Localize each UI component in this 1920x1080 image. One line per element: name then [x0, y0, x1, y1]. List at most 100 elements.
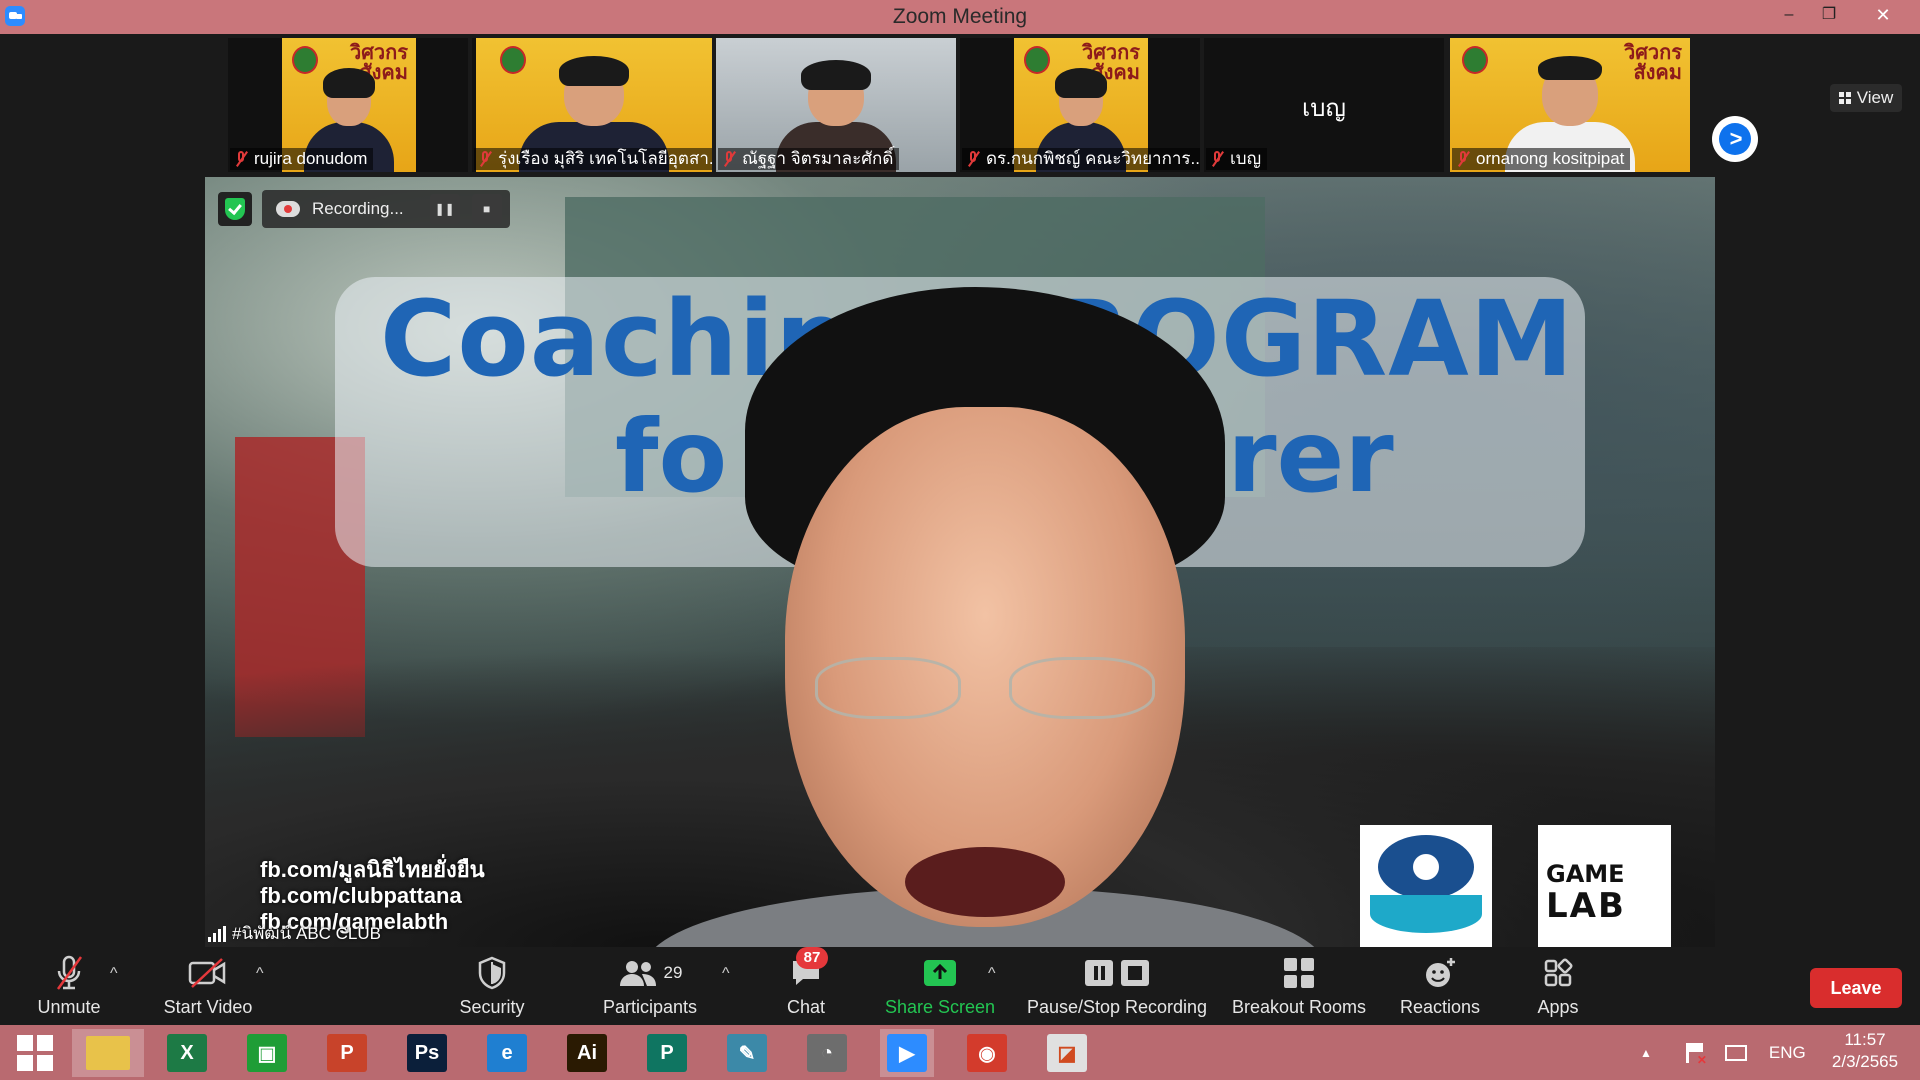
participant-tile[interactable]: วิศวกร สังคม ดร.กนกพิชญ์ คณะวิทยาการ...	[960, 38, 1200, 172]
photoshop-icon[interactable]: Ps	[400, 1029, 454, 1077]
share-options-caret[interactable]: ^	[988, 965, 996, 983]
breakout-rooms-button[interactable]: Breakout Rooms	[1230, 953, 1368, 1018]
internet-explorer-icon[interactable]: e	[480, 1029, 534, 1077]
muted-mic-icon	[722, 150, 736, 168]
photoscape-icon-glyph: ◔	[807, 1034, 847, 1072]
store-icon-glyph: ▣	[247, 1034, 287, 1072]
security-button[interactable]: Security	[452, 953, 532, 1018]
participant-name: rujira donudom	[254, 149, 368, 168]
grid-icon	[1838, 92, 1851, 104]
participant-tile[interactable]: รุ่งเรือง มุสิริ เทคโนโลยีอุตสา...	[472, 38, 712, 172]
view-label: View	[1856, 88, 1894, 107]
start-video-button[interactable]: Start Video	[156, 953, 260, 1018]
zoom-icon[interactable]: ▶	[880, 1029, 934, 1077]
presentation-icon-glyph: ◪	[1047, 1034, 1087, 1072]
chat-bubble-icon: 87	[776, 947, 836, 993]
university-logo-icon	[292, 46, 318, 74]
encryption-shield-icon[interactable]	[218, 192, 252, 226]
participant-name-bar: ornanong kositpipat	[1452, 148, 1631, 170]
apps-button[interactable]: Apps	[1530, 953, 1586, 1018]
pause-stop-recording-button[interactable]: Pause/Stop Recording	[1022, 953, 1212, 1018]
reactions-button[interactable]: Reactions	[1392, 953, 1488, 1018]
action-center-flag-icon[interactable]: ✕	[1685, 1042, 1709, 1067]
chevron-right-icon: >	[1729, 126, 1743, 151]
video-off-icon	[156, 953, 260, 993]
view-button[interactable]: View	[1830, 84, 1902, 112]
store-icon[interactable]: ▣	[240, 1029, 294, 1077]
apps-icon	[1530, 953, 1586, 993]
input-language[interactable]: ENG	[1769, 1043, 1806, 1063]
photoscape-icon[interactable]: ◔	[800, 1029, 854, 1077]
muted-mic-icon	[478, 150, 492, 168]
participant-tile[interactable]: วิศวกร สังคม rujira donudom	[228, 38, 468, 172]
powerpoint-icon[interactable]: P	[320, 1029, 374, 1077]
participants-icon: 29	[598, 953, 702, 993]
powerpoint-icon-glyph: P	[327, 1034, 367, 1072]
recording-label: Recording...	[312, 199, 404, 218]
internet-explorer-icon-glyph: e	[487, 1034, 527, 1072]
presentation-icon[interactable]: ◪	[1040, 1029, 1094, 1077]
muted-mic-icon	[1210, 150, 1224, 168]
active-speaker-video: Coachin ROGRAM fo rer fb.com/มูลนิธิไทยยั่…	[205, 177, 1715, 947]
publisher-icon-glyph: P	[647, 1034, 687, 1072]
participant-tile[interactable]: เบญ เบญ	[1204, 38, 1444, 172]
windows-start-icon[interactable]	[8, 1029, 62, 1077]
system-tray: ▲ ✕ ENG	[1640, 1025, 1806, 1080]
share-screen-button[interactable]: Share Screen	[880, 953, 1000, 1018]
sponsor-logo-icon	[1360, 825, 1492, 947]
unmute-button[interactable]: Unmute	[28, 953, 110, 1018]
illustrator-icon[interactable]: Ai	[560, 1029, 614, 1077]
share-screen-icon	[880, 953, 1000, 993]
notepad-icon-glyph: ✎	[727, 1034, 767, 1072]
audio-options-caret[interactable]: ^	[110, 965, 118, 983]
university-logo-icon	[1024, 46, 1050, 74]
participant-display-name: เบญ	[1302, 95, 1346, 122]
gamelab-logo: GAME LAB	[1538, 825, 1671, 947]
pause-recording-button[interactable]: ❚❚	[429, 194, 460, 224]
participant-name-bar: เบญ	[1206, 148, 1268, 170]
participant-gallery: วิศวกร สังคม rujira donudom รุ่งเรือง มุ…	[0, 34, 1920, 174]
participant-name: ณัฐฐา จิตรมาละศักดิ์	[742, 149, 894, 168]
breakout-rooms-icon	[1230, 953, 1368, 993]
file-explorer-icon[interactable]	[72, 1029, 144, 1077]
muted-mic-icon	[234, 150, 248, 168]
stop-recording-button[interactable]: ■	[471, 194, 502, 224]
meeting-toolbar: Unmute ^ Start Video ^ Security 29 Parti…	[0, 947, 1920, 1025]
participant-name-bar: rujira donudom	[230, 148, 374, 170]
restore-button[interactable]: ❐	[1806, 0, 1852, 32]
leave-button[interactable]: Leave	[1810, 968, 1902, 1008]
network-icon[interactable]	[1724, 1044, 1747, 1061]
publisher-icon[interactable]: P	[640, 1029, 694, 1077]
video-options-caret[interactable]: ^	[256, 965, 264, 983]
shield-icon	[452, 953, 532, 993]
participants-count: 29	[663, 963, 683, 982]
recording-bar: Recording... ❚❚ ■	[218, 190, 510, 228]
illustrator-icon-glyph: Ai	[567, 1034, 607, 1072]
chat-button[interactable]: 87 Chat	[776, 947, 836, 1018]
excel-icon[interactable]: X	[160, 1029, 214, 1077]
speaker-person	[645, 287, 1325, 947]
muted-mic-icon	[28, 953, 110, 993]
participant-name: เบญ	[1230, 149, 1262, 168]
recording-status: Recording... ❚❚ ■	[262, 190, 510, 228]
windows-taskbar: X ▣ P Ps e Ai P ✎ ◔ ▶ ◉ ◪ ▲ ✕ ENG 11:57 2/3/2565	[0, 1025, 1920, 1080]
close-button[interactable]: ✕	[1860, 0, 1906, 32]
chrome-icon[interactable]: ◉	[960, 1029, 1014, 1077]
smiley-icon	[1392, 953, 1488, 993]
participant-tile[interactable]: ณัฐฐา จิตรมาละศักดิ์	[716, 38, 956, 172]
zoom-icon-glyph: ▶	[887, 1034, 927, 1072]
excel-icon-glyph: X	[167, 1034, 207, 1072]
chrome-icon-glyph: ◉	[967, 1034, 1007, 1072]
participants-options-caret[interactable]: ^	[722, 965, 730, 983]
participant-tile[interactable]: วิศวกร สังคม ornanong kositpipat	[1450, 38, 1690, 172]
cloud-record-icon	[276, 201, 300, 217]
next-page-button[interactable]: >	[1712, 116, 1758, 162]
participant-name-bar: ดร.กนกพิชญ์ คณะวิทยาการ...	[962, 148, 1200, 170]
show-hidden-icons-arrow[interactable]: ▲	[1640, 1046, 1652, 1060]
system-clock[interactable]: 11:57 2/3/2565	[1820, 1029, 1910, 1073]
notepad-icon[interactable]: ✎	[720, 1029, 774, 1077]
participants-button[interactable]: 29 Participants	[598, 953, 702, 1018]
window-title: Zoom Meeting	[892, 5, 1028, 28]
signal-strength-icon	[208, 925, 226, 942]
participant-name: รุ่งเรือง มุสิริ เทคโนโลยีอุตสา...	[498, 149, 712, 168]
